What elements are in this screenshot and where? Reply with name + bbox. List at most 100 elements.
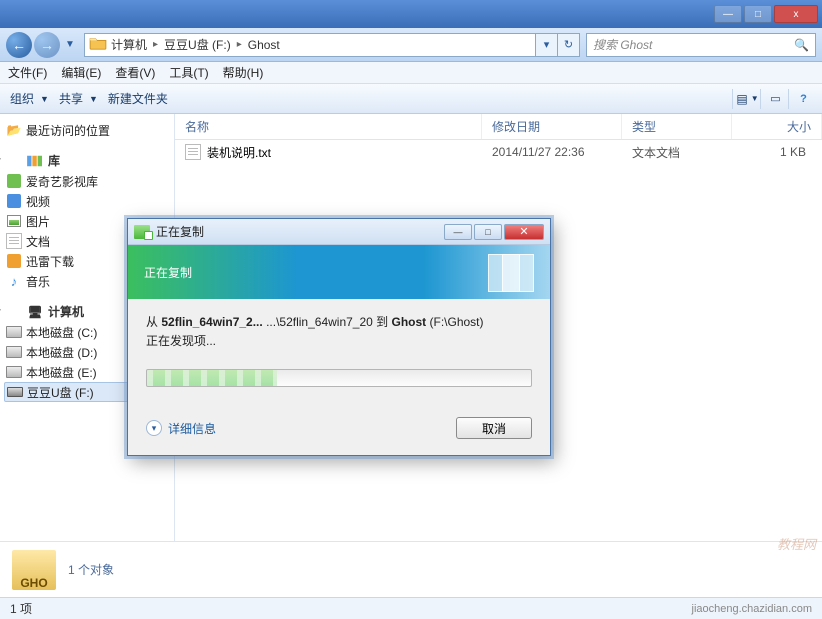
library-icon [6,233,22,249]
gho-folder-icon: GHO [12,550,56,590]
sidebar-item-label: 本地磁盘 (E:) [26,364,97,381]
library-icon: ♪ [6,273,22,289]
menu-tools[interactable]: 工具(T) [169,64,208,81]
menu-view[interactable]: 查看(V) [115,64,155,81]
dialog-minimize-button[interactable]: — [444,224,472,240]
file-type: 文本文档 [622,144,732,161]
breadcrumb-item[interactable]: 豆豆U盘 (F:) [160,34,235,56]
dialog-banner-text: 正在复制 [144,264,192,281]
toolbar-share-dropdown[interactable]: ▼ [89,94,98,104]
explorer-toolbar: 组织 ▼ 共享 ▼ 新建文件夹 ▤ ▼ ▭ ? [0,84,822,114]
drive-icon [6,324,22,340]
refresh-button[interactable]: ↻ [558,33,580,57]
folder-icon [89,36,107,53]
address-dropdown-button[interactable]: ▾ [536,33,558,57]
breadcrumb-item[interactable]: 计算机 [107,34,151,56]
sidebar-item-label: 图片 [26,213,50,230]
copy-discovering-text: 正在发现项... [146,332,532,349]
nav-forward-button[interactable]: → [34,32,60,58]
address-bar[interactable]: 计算机 ▸ 豆豆U盘 (F:) ▸ Ghost [84,33,536,57]
sidebar-item-label: 豆豆U盘 (F:) [27,384,94,401]
toolbar-organize[interactable]: 组织 [10,90,34,107]
sidebar-item-label: 最近访问的位置 [26,122,110,139]
column-header-type[interactable]: 类型 [622,114,732,139]
window-maximize-button[interactable]: □ [744,5,772,23]
window-titlebar: — □ x [0,0,822,28]
nav-history-dropdown[interactable]: ▼ [62,32,78,58]
window-minimize-button[interactable]: — [714,5,742,23]
copy-dialog: 正在复制 — □ ✕ 正在复制 从 52flin_64win7_2... ...… [127,218,551,456]
window-close-button[interactable]: x [774,5,818,23]
nav-back-button[interactable]: ← [6,32,32,58]
sidebar-recent-places[interactable]: 📂 最近访问的位置 [4,120,170,140]
sidebar-group-label: 库 [48,152,60,169]
computer-icon: 🖥 [26,304,44,320]
dialog-banner: 正在复制 [128,245,550,299]
libraries-icon [26,153,44,169]
search-input[interactable]: 搜索 Ghost 🔍 [586,33,816,57]
copy-progress-bar [146,369,532,387]
menu-edit[interactable]: 编辑(E) [61,64,101,81]
toolbar-help-button[interactable]: ? [788,89,812,109]
column-headers: 名称 修改日期 类型 大小 [175,114,822,140]
dialog-title: 正在复制 [156,223,204,240]
column-header-size[interactable]: 大小 [732,114,822,139]
chevron-down-icon: ▾ [146,420,162,436]
status-watermark: jiaocheng.chazidian.com [692,603,812,615]
sidebar-item-label: 音乐 [26,273,50,290]
toolbar-share[interactable]: 共享 [59,90,83,107]
library-icon [6,253,22,269]
toolbar-view-button[interactable]: ▤ ▼ [732,89,756,109]
search-icon[interactable]: 🔍 [794,38,809,52]
file-row[interactable]: 装机说明.txt 2014/11/27 22:36文本文档1 KB [175,140,822,164]
toolbar-newfolder[interactable]: 新建文件夹 [108,90,168,107]
copy-more-info-toggle[interactable]: ▾ 详细信息 [146,420,216,437]
copy-pages-icon [488,254,536,290]
copy-progress-fill [147,370,277,386]
navigation-bar: ← → ▼ 计算机 ▸ 豆豆U盘 (F:) ▸ Ghost ▾ ↻ 搜索 Gho… [0,28,822,62]
menu-file[interactable]: 文件(F) [8,64,47,81]
file-name: 装机说明.txt [207,144,271,161]
breadcrumb-separator[interactable]: ▸ [151,39,160,50]
sidebar-item-label: 视频 [26,193,50,210]
dialog-titlebar[interactable]: 正在复制 — □ ✕ [128,219,550,245]
dialog-maximize-button[interactable]: □ [474,224,502,240]
menu-help[interactable]: 帮助(H) [223,64,264,81]
breadcrumb-separator[interactable]: ▸ [235,39,244,50]
recent-places-icon: 📂 [6,122,22,138]
sidebar-item-label: 本地磁盘 (C:) [26,324,97,341]
copy-dialog-icon [134,225,150,239]
file-size: 1 KB [732,145,822,159]
copy-source-dest-line: 从 52flin_64win7_2... ...\52flin_64win7_2… [146,313,532,330]
drive-icon [6,344,22,360]
copy-cancel-button[interactable]: 取消 [456,417,532,439]
file-date: 2014/11/27 22:36 [482,145,622,159]
status-item-count: 1 项 [10,600,32,617]
sidebar-group-label: 计算机 [48,303,84,320]
dialog-close-button[interactable]: ✕ [504,224,544,240]
status-bar: 1 项 jiaocheng.chazidian.com [0,597,822,619]
toolbar-preview-button[interactable]: ▭ [760,89,784,109]
expand-icon[interactable]: ▾ [0,306,1,317]
breadcrumb-item[interactable]: Ghost [244,34,284,56]
drive-icon [6,364,22,380]
expand-icon[interactable]: ▾ [0,155,1,166]
sidebar-library-item[interactable]: 视频 [4,191,170,211]
drive-icon [7,384,23,400]
text-file-icon [185,144,201,160]
library-icon [6,173,22,189]
library-icon [6,193,22,209]
sidebar-item-label: 迅雷下载 [26,253,74,270]
library-icon [6,213,22,229]
toolbar-organize-dropdown[interactable]: ▼ [40,94,49,104]
search-placeholder: 搜索 Ghost [593,36,652,53]
menu-bar: 文件(F) 编辑(E) 查看(V) 工具(T) 帮助(H) [0,62,822,84]
sidebar-item-label: 文档 [26,233,50,250]
sidebar-libraries-group[interactable]: ▾ 库 [4,152,170,169]
details-text: 1 个对象 [68,561,114,578]
sidebar-item-label: 爱奇艺影视库 [26,173,98,190]
column-header-name[interactable]: 名称 [175,114,482,139]
details-pane: GHO 1 个对象 [0,541,822,597]
sidebar-library-item[interactable]: 爱奇艺影视库 [4,171,170,191]
column-header-date[interactable]: 修改日期 [482,114,622,139]
